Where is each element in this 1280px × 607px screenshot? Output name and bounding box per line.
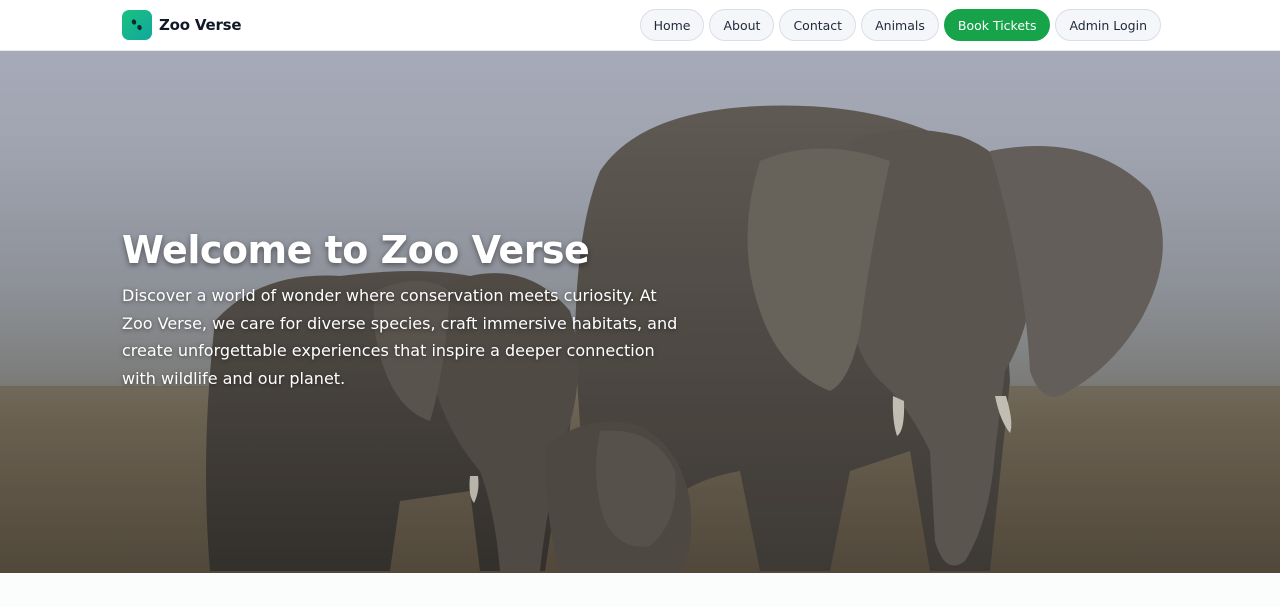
hero-section: Welcome to Zoo Verse Discover a world of… (0, 51, 1280, 573)
nav-contact-button[interactable]: Contact (779, 9, 857, 41)
nav-about-button[interactable]: About (709, 9, 775, 41)
nav-home-button[interactable]: Home (639, 9, 705, 41)
main-nav: Home About Contact Animals Book Tickets … (639, 9, 1161, 41)
admin-login-button[interactable]: Admin Login (1055, 9, 1161, 41)
hero-description: Discover a world of wonder where conserv… (122, 286, 678, 388)
brand[interactable]: Zoo Verse (122, 9, 242, 41)
nav-animals-button[interactable]: Animals (861, 9, 939, 41)
book-tickets-button[interactable]: Book Tickets (943, 9, 1051, 41)
hero-title: Welcome to Zoo Verse (122, 228, 590, 272)
page-content-start (0, 573, 1280, 607)
paw-icon (122, 10, 152, 40)
hero-content: Welcome to Zoo Verse Discover a world of… (122, 228, 702, 392)
top-navbar: Zoo Verse Home About Contact Animals Boo… (0, 0, 1280, 51)
brand-name: Zoo Verse (159, 16, 242, 34)
